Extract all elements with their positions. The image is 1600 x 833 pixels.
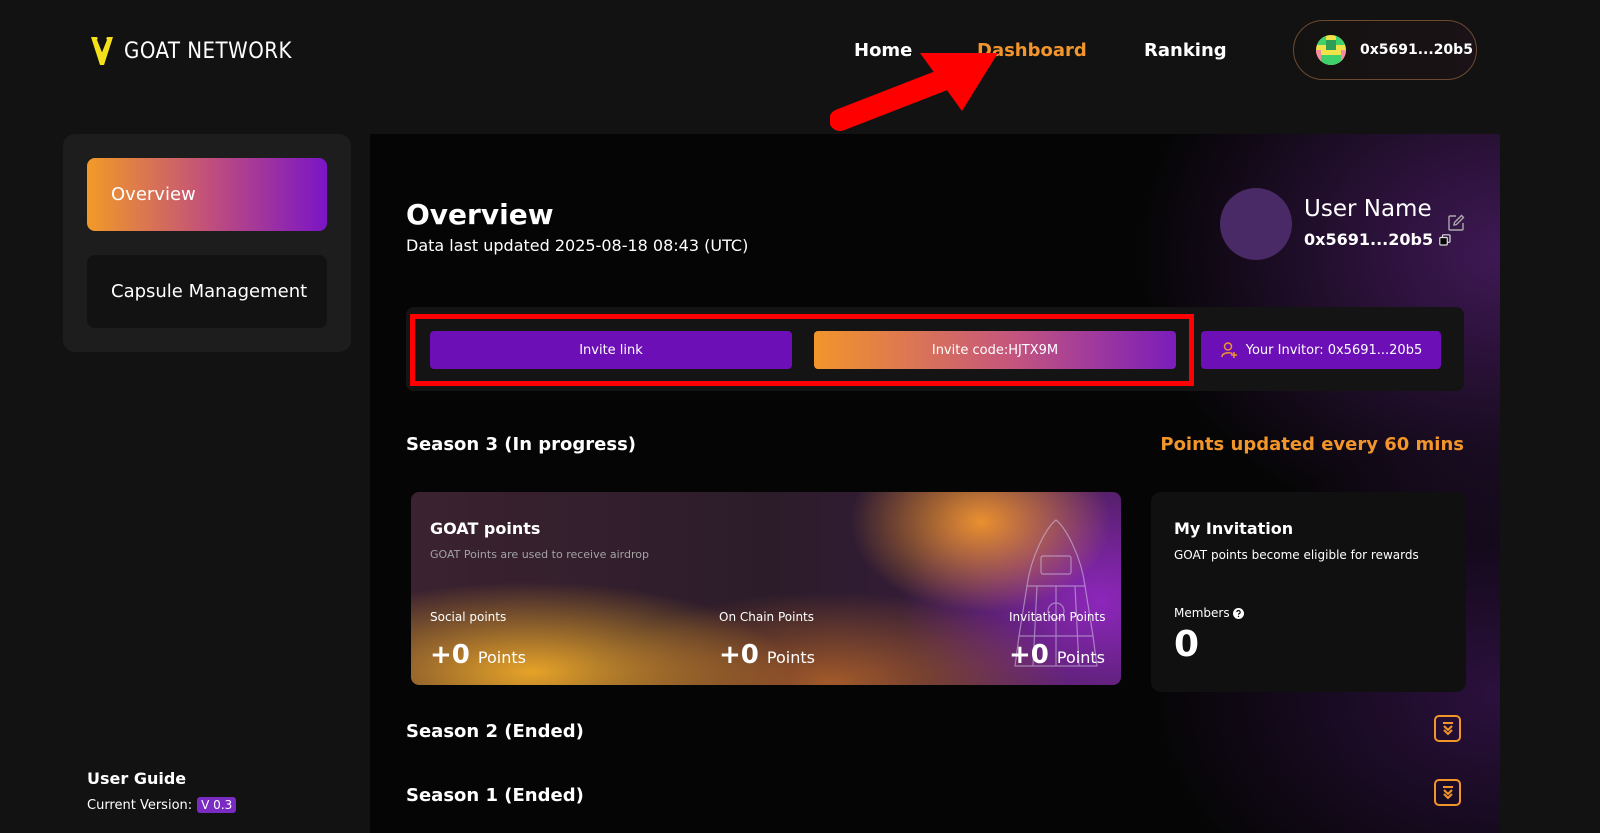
logo[interactable]: GOAT NETWORK	[90, 34, 292, 68]
onchain-points-label: On Chain Points	[719, 610, 815, 624]
page-title: Overview	[406, 198, 554, 231]
double-chevron-down-icon	[1442, 721, 1453, 735]
version-label: Current Version:	[87, 797, 193, 813]
profile-username: User Name	[1304, 196, 1432, 222]
invitor-label: Your Invitor: 0x5691...20b5	[1245, 342, 1423, 358]
goat-points-card: GOAT points GOAT Points are used to rece…	[411, 492, 1121, 685]
user-add-icon	[1221, 342, 1237, 358]
goat-points-subtitle: GOAT Points are used to receive airdrop	[430, 548, 649, 561]
nav-ranking[interactable]: Ranking	[1144, 40, 1227, 61]
members-label: Members	[1174, 606, 1230, 620]
invitation-points-value: +0 Points	[1009, 640, 1105, 670]
points-unit: Points	[766, 648, 815, 667]
red-box-annotation	[410, 314, 1194, 386]
goat-logo-icon	[91, 37, 113, 65]
double-chevron-down-icon	[1442, 785, 1453, 799]
my-invitation-title: My Invitation	[1174, 519, 1294, 538]
my-invitation-card: My Invitation GOAT points become eligibl…	[1151, 492, 1466, 692]
sidebar-item-label: Overview	[111, 184, 196, 205]
members-label-row: Members	[1174, 606, 1244, 620]
social-points-value: +0 Points	[430, 640, 526, 670]
invitation-points-label: Invitation Points	[1009, 610, 1106, 624]
profile-avatar	[1220, 188, 1292, 260]
user-guide-link[interactable]: User Guide	[87, 769, 186, 788]
sidebar-item-capsule-management[interactable]: Capsule Management	[87, 255, 327, 328]
points-number: +0	[430, 640, 470, 670]
your-invitor-button[interactable]: Your Invitor: 0x5691...20b5	[1201, 331, 1441, 369]
season2-expand-button[interactable]	[1434, 715, 1461, 742]
logo-text: GOAT NETWORK	[124, 38, 292, 64]
sidebar-item-overview[interactable]: Overview	[87, 158, 327, 231]
points-unit: Points	[477, 648, 526, 667]
sidebar-item-label: Capsule Management	[111, 281, 308, 302]
version-badge: V 0.3	[197, 797, 237, 813]
profile-address-text: 0x5691...20b5	[1304, 230, 1434, 249]
points-number: +0	[719, 640, 759, 670]
points-update-note: Points updated every 60 mins	[1160, 434, 1464, 455]
social-points-label: Social points	[430, 610, 507, 624]
wallet-avatar	[1316, 35, 1346, 65]
edit-icon[interactable]	[1447, 214, 1465, 232]
goat-points-title: GOAT points	[430, 519, 541, 538]
season3-title: Season 3 (In progress)	[406, 434, 637, 455]
copy-icon[interactable]	[1439, 233, 1451, 246]
members-count: 0	[1174, 624, 1200, 665]
points-number: +0	[1009, 640, 1049, 670]
main-panel: Overview Data last updated 2025-08-18 08…	[370, 134, 1500, 833]
onchain-points-value: +0 Points	[719, 640, 815, 670]
points-unit: Points	[1056, 648, 1105, 667]
version-info: Current Version: V 0.3	[87, 797, 237, 813]
my-invitation-subtitle: GOAT points become eligible for rewards	[1174, 548, 1419, 562]
profile-address: 0x5691...20b5	[1304, 230, 1451, 249]
season1-title: Season 1 (Ended)	[406, 785, 584, 806]
season1-expand-button[interactable]	[1434, 779, 1461, 806]
wallet-button[interactable]: 0x5691...20b5	[1293, 20, 1477, 80]
red-arrow-annotation	[830, 53, 998, 131]
help-icon[interactable]	[1232, 607, 1244, 619]
wallet-address: 0x5691...20b5	[1360, 42, 1473, 58]
data-updated-text: Data last updated 2025-08-18 08:43 (UTC)	[406, 236, 749, 255]
season2-title: Season 2 (Ended)	[406, 721, 584, 742]
sidebar: Overview Capsule Management	[63, 134, 351, 352]
